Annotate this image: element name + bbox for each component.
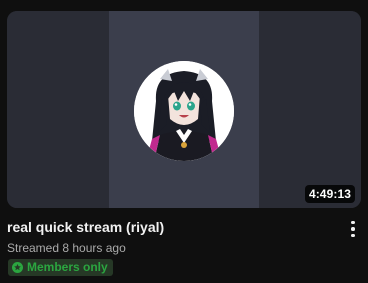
streamed-time: Streamed 8 hours ago	[7, 241, 126, 255]
video-card: 4:49:13 real quick stream (riyal) Stream…	[0, 0, 368, 283]
thumbnail-right-panel	[259, 11, 361, 208]
members-only-label: Members only	[27, 260, 108, 274]
kebab-dot	[351, 227, 355, 231]
channel-avatar-image	[134, 61, 234, 161]
video-title[interactable]: real quick stream (riyal)	[7, 218, 327, 236]
thumbnail-left-panel	[7, 11, 109, 208]
members-star-icon	[12, 262, 23, 273]
more-actions-button[interactable]	[344, 218, 362, 240]
kebab-dot	[351, 220, 355, 225]
members-only-badge: Members only	[8, 259, 113, 276]
video-thumbnail[interactable]: 4:49:13	[7, 11, 361, 208]
kebab-dot	[351, 233, 355, 238]
duration-badge: 4:49:13	[304, 185, 355, 203]
